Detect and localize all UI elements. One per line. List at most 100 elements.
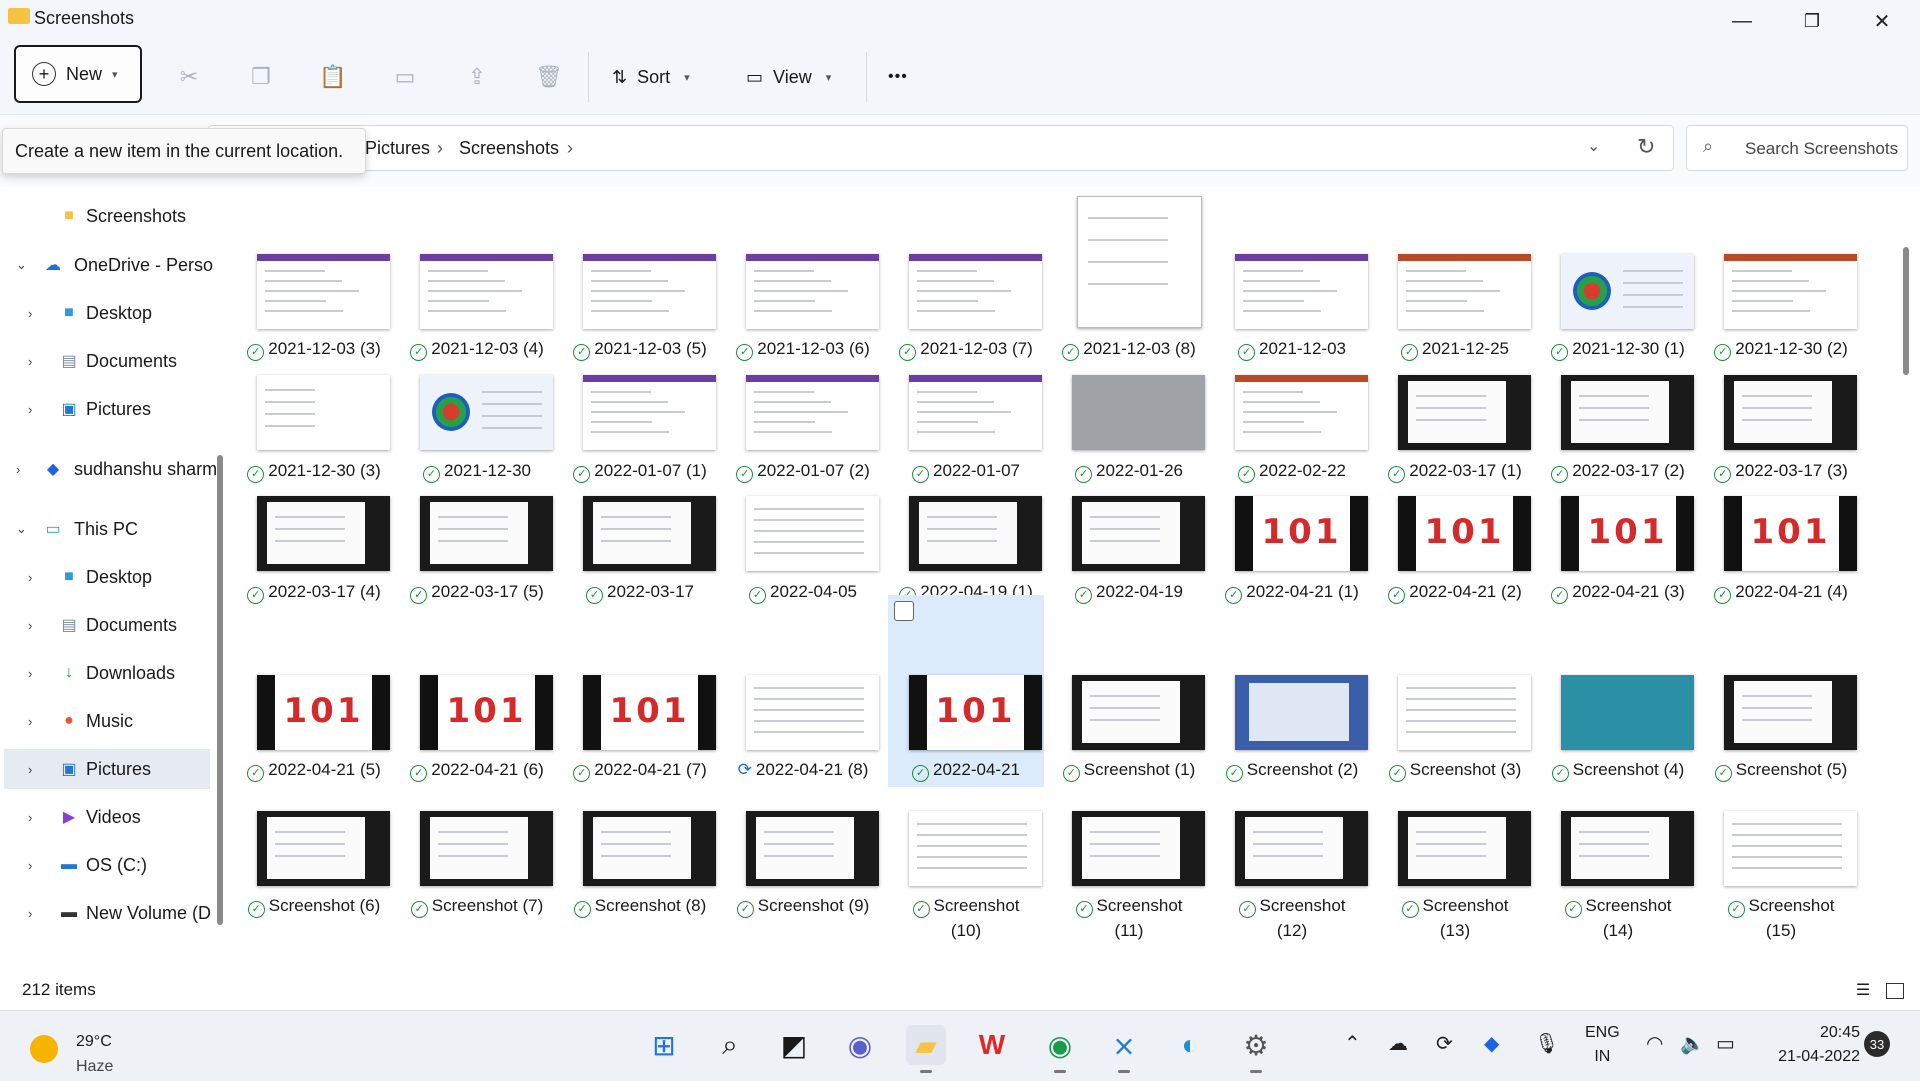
chat-icon[interactable]: ◉: [840, 1025, 880, 1065]
edge-icon[interactable]: ◐: [1170, 1025, 1210, 1065]
file-item[interactable]: ✓ 2022-03-17 (5): [399, 486, 555, 609]
chevron-right-icon[interactable]: ›: [28, 714, 32, 729]
chevron-right-icon[interactable]: ›: [28, 762, 32, 777]
nav-item-videos[interactable]: › ▶ Videos: [0, 797, 210, 837]
view-button[interactable]: ▭ View ▾: [746, 62, 831, 92]
history-dropdown-icon[interactable]: ⌄: [1587, 136, 1600, 156]
file-item[interactable]: ✓ 2021-12-03 (7): [888, 244, 1044, 366]
breadcrumb-screenshots[interactable]: Screenshots: [459, 138, 559, 159]
file-explorer-icon[interactable]: ▰: [906, 1025, 946, 1073]
rename-icon[interactable]: ▭: [390, 62, 420, 92]
paste-icon[interactable]: 📋: [318, 62, 348, 92]
file-item[interactable]: ✓ 2022-01-07 (2): [725, 365, 881, 488]
chevron-right-icon[interactable]: ›: [16, 462, 20, 477]
nav-item-onedrive[interactable]: ⌄ ☁ OneDrive - Perso: [0, 245, 213, 285]
file-item[interactable]: ✓ 2022-01-07: [888, 365, 1044, 488]
file-item[interactable]: ✓ 2021-12-03: [1214, 244, 1370, 366]
nav-item-downloads[interactable]: › ↓ Downloads: [0, 653, 210, 693]
file-item[interactable]: 101 ✓ 2022-04-21 (6): [399, 665, 555, 787]
file-item[interactable]: ✓ Screenshot (8): [562, 801, 718, 923]
copy-icon[interactable]: ❐: [246, 62, 276, 92]
file-item[interactable]: ✓ Screenshot (12): [1214, 801, 1370, 940]
chevron-down-icon[interactable]: ⌄: [16, 257, 27, 273]
nav-item-os-c[interactable]: › ▬ OS (C:): [0, 845, 210, 885]
nav-scrollbar[interactable]: [217, 455, 223, 925]
file-item[interactable]: ✓ Screenshot (9): [725, 801, 881, 923]
file-item[interactable]: ✓ 2021-12-03 (6): [725, 244, 881, 366]
dropbox-tray-icon[interactable]: ◆: [1484, 1031, 1499, 1056]
chevron-right-icon[interactable]: ›: [28, 570, 32, 585]
file-item[interactable]: ✓ 2022-03-17 (4): [236, 486, 392, 609]
refresh-icon[interactable]: ↻: [1637, 134, 1655, 160]
wps-office-icon[interactable]: W: [972, 1025, 1012, 1065]
chrome-icon[interactable]: ◉: [1040, 1025, 1080, 1073]
battery-icon[interactable]: ▭: [1716, 1031, 1735, 1056]
share-icon[interactable]: ⇪: [462, 62, 492, 92]
file-item[interactable]: ✓ 2022-04-19: [1051, 486, 1207, 609]
file-item[interactable]: ✓ Screenshot (13): [1377, 801, 1533, 940]
nav-item-desktop[interactable]: › ■ Desktop: [0, 293, 210, 333]
nav-item-pictures[interactable]: › ▣ Pictures: [0, 389, 210, 429]
nav-item-documents[interactable]: › ▤ Documents: [0, 341, 210, 381]
notification-badge[interactable]: 33: [1864, 1031, 1890, 1057]
onedrive-tray-icon[interactable]: ☁: [1388, 1031, 1408, 1056]
item-checkbox[interactable]: [894, 601, 914, 621]
language-indicator[interactable]: ENG IN: [1585, 1021, 1620, 1069]
clock[interactable]: 20:45 21-04-2022: [1752, 1021, 1860, 1069]
nav-item-music[interactable]: › ● Music: [0, 701, 210, 741]
task-view-icon[interactable]: ◩: [774, 1025, 814, 1065]
file-item[interactable]: 101 ✓ 2022-04-21 (1): [1214, 486, 1370, 609]
volume-icon[interactable]: 🔈: [1680, 1031, 1705, 1056]
file-item[interactable]: ✓ Screenshot (7): [399, 801, 555, 923]
file-item[interactable]: ✓ 2021-12-03 (8): [1051, 196, 1207, 366]
file-item[interactable]: 101 ✓ 2022-04-21 (2): [1377, 486, 1533, 609]
file-item[interactable]: 101 ✓ 2022-04-21 (3): [1540, 486, 1696, 609]
nav-item-screenshots[interactable]: ■ Screenshots: [0, 196, 210, 236]
nav-item-dropbox[interactable]: › ◆ sudhanshu sharm: [0, 449, 217, 489]
file-item[interactable]: 101 ✓ 2022-04-21 (5): [236, 665, 392, 787]
nav-item-this-pc[interactable]: ⌄ ▭ This PC: [0, 509, 210, 549]
file-item[interactable]: ✓ 2022-03-17: [562, 486, 718, 609]
file-item[interactable]: ✓ 2021-12-30 (1): [1540, 244, 1696, 366]
maximize-button[interactable]: ❐: [1782, 6, 1842, 36]
breadcrumb-separator[interactable]: ›: [567, 138, 573, 159]
chevron-right-icon[interactable]: ›: [28, 858, 32, 873]
address-bar[interactable]: Pictures › Screenshots › ⌄ ↻: [208, 125, 1674, 171]
chevron-right-icon[interactable]: ›: [28, 810, 32, 825]
file-item[interactable]: ✓ 2022-01-07 (1): [562, 365, 718, 488]
search-box[interactable]: ⌕ Search Screenshots: [1686, 125, 1908, 171]
nav-item-desktop[interactable]: › ■ Desktop: [0, 557, 210, 597]
details-view-icon[interactable]: ☰: [1852, 980, 1874, 1000]
chevron-right-icon[interactable]: ›: [28, 306, 32, 321]
nav-item-documents[interactable]: › ▤ Documents: [0, 605, 210, 645]
file-item[interactable]: ✓ Screenshot (4): [1540, 665, 1696, 787]
new-button[interactable]: + New ▾: [14, 45, 142, 103]
file-item[interactable]: ✓ 2021-12-03 (3): [236, 244, 392, 366]
file-item[interactable]: ✓ Screenshot (1): [1051, 665, 1207, 787]
file-item[interactable]: ✓ 2021-12-30 (2): [1703, 244, 1859, 366]
chevron-right-icon[interactable]: ›: [28, 402, 32, 417]
file-item[interactable]: ✓ 2021-12-30 (3): [236, 365, 392, 488]
file-item[interactable]: ✓ Screenshot (10): [888, 801, 1044, 940]
file-item[interactable]: ✓ Screenshot (14): [1540, 801, 1696, 940]
file-item[interactable]: ⟳ 2022-04-21 (8): [725, 665, 881, 787]
file-item[interactable]: ✓ 2022-03-17 (2): [1540, 365, 1696, 488]
chevron-right-icon[interactable]: ›: [28, 666, 32, 681]
file-item[interactable]: ✓ Screenshot (5): [1703, 665, 1859, 787]
start-icon[interactable]: ⊞: [644, 1025, 684, 1065]
sync-icon[interactable]: ⟳: [1436, 1031, 1453, 1056]
file-item[interactable]: 101 ✓ 2022-04-21 (4): [1703, 486, 1859, 609]
file-item[interactable]: ✓ 2022-01-26: [1051, 365, 1207, 488]
search-icon[interactable]: ⌕: [710, 1025, 750, 1065]
chevron-right-icon[interactable]: ›: [28, 354, 32, 369]
minimize-button[interactable]: —: [1712, 6, 1772, 36]
close-button[interactable]: ✕: [1852, 6, 1912, 36]
file-item[interactable]: ✓ Screenshot (6): [236, 801, 392, 923]
show-hidden-icons-icon[interactable]: ⌃: [1344, 1031, 1361, 1056]
file-item[interactable]: ✓ 2022-03-17 (3): [1703, 365, 1859, 488]
file-item[interactable]: ✓ 2021-12-03 (5): [562, 244, 718, 366]
file-item[interactable]: ✓ Screenshot (15): [1703, 801, 1859, 940]
file-item[interactable]: ✓ 2022-03-17 (1): [1377, 365, 1533, 488]
file-item[interactable]: ✓ 2021-12-30: [399, 365, 555, 488]
file-item[interactable]: ✓ 2021-12-03 (4): [399, 244, 555, 366]
